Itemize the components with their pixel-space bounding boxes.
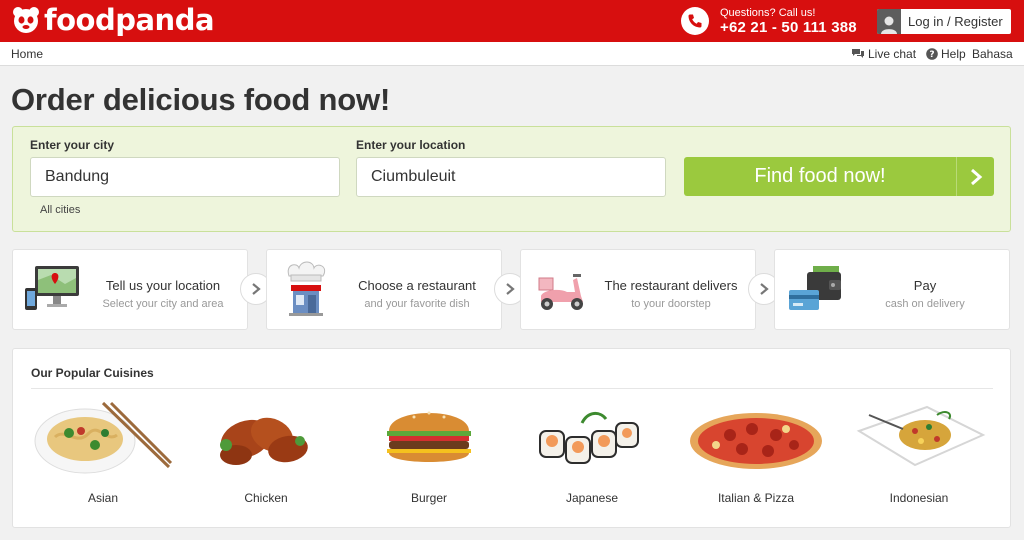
cuisine-indonesian[interactable]: Indonesian (849, 401, 989, 511)
logo-text: foodpanda (44, 3, 215, 37)
scooter-icon (538, 274, 583, 310)
step-choose-restaurant: Choose a restaurant and your favorite di… (266, 249, 502, 330)
fried-rice-image (856, 405, 986, 467)
find-food-button[interactable]: Find food now! (684, 157, 994, 196)
cuisine-italian-pizza[interactable]: Italian & Pizza (686, 401, 826, 511)
step-subtitle: and your favorite dish (364, 298, 470, 310)
step-subtitle: cash on delivery (885, 298, 965, 310)
top-bar: foodpanda Questions? Call us! +62 21 - 5… (0, 0, 1024, 42)
cuisine-label: Indonesian (889, 491, 949, 505)
login-register-button[interactable]: Log in / Register (877, 9, 1011, 34)
chevron-right-icon (957, 157, 994, 196)
phone-number[interactable]: +62 21 - 50 111 388 (720, 19, 857, 36)
cuisine-burger[interactable]: Burger (359, 401, 499, 511)
cuisine-label: Chicken (244, 491, 288, 505)
cuisine-label: Asian (87, 491, 119, 505)
step-title: Pay (913, 278, 937, 293)
chat-bubble-icon (852, 49, 864, 58)
help-link[interactable]: ? Help (926, 47, 966, 61)
panda-logo-icon (13, 7, 39, 33)
step-subtitle: Select your city and area (102, 298, 224, 310)
language-link[interactable]: Bahasa (972, 47, 1013, 61)
chicken-wings-image (220, 417, 308, 465)
step-pay: Pay cash on delivery (774, 249, 1010, 330)
cuisines-title: Our Popular Cuisines (31, 366, 154, 380)
phone-icon (681, 7, 709, 35)
live-chat-label: Live chat (868, 47, 917, 61)
cuisine-label: Japanese (565, 491, 619, 505)
map-screen-icon (25, 266, 79, 310)
all-cities-link[interactable]: All cities (40, 204, 80, 216)
burger-image (387, 411, 471, 462)
location-input[interactable]: Ciumbuleuit (356, 157, 666, 197)
location-label: Enter your location (356, 138, 466, 152)
popular-cuisines-panel: Our Popular Cuisines Asian Chicken Burge… (12, 348, 1011, 528)
help-label: Help (941, 47, 966, 61)
find-food-label: Find food now! (754, 165, 886, 187)
page-title: Order delicious food now! (11, 82, 391, 117)
step-title: Choose a restaurant (358, 278, 476, 293)
login-register-label: Log in / Register (908, 14, 1003, 29)
logo[interactable]: foodpanda (12, 3, 215, 37)
cuisine-asian[interactable]: Asian (33, 401, 173, 511)
cuisine-label: Italian & Pizza (717, 491, 795, 505)
cuisine-japanese[interactable]: Japanese (522, 401, 662, 511)
svg-text:?: ? (929, 50, 934, 60)
step-title: Tell us your location (105, 278, 221, 293)
step-delivery: The restaurant delivers to your doorstep (520, 249, 756, 330)
sushi-image (539, 412, 639, 464)
user-icon (877, 9, 901, 34)
pizza-image (690, 413, 822, 469)
home-link[interactable]: Home (11, 47, 43, 61)
help-icon: ? (926, 48, 938, 60)
step-subtitle: to your doorstep (631, 298, 711, 310)
live-chat-link[interactable]: Live chat (851, 47, 916, 61)
chef-restaurant-icon (287, 261, 326, 316)
step-title: The restaurant delivers (604, 278, 738, 293)
noodle-bowl-image (34, 401, 173, 474)
cuisine-label: Burger (410, 491, 448, 505)
phone-question: Questions? Call us! (720, 7, 816, 19)
step-location: Tell us your location Select your city a… (12, 249, 248, 330)
search-panel: Enter your city Bandung All cities Enter… (12, 126, 1011, 232)
sub-nav: Home Live chat ? Help Bahasa (0, 42, 1024, 66)
city-input[interactable]: Bandung (30, 157, 340, 197)
wallet-card-icon (789, 266, 841, 310)
divider (31, 388, 993, 389)
cuisine-chicken[interactable]: Chicken (196, 401, 336, 511)
city-label: Enter your city (30, 138, 115, 152)
